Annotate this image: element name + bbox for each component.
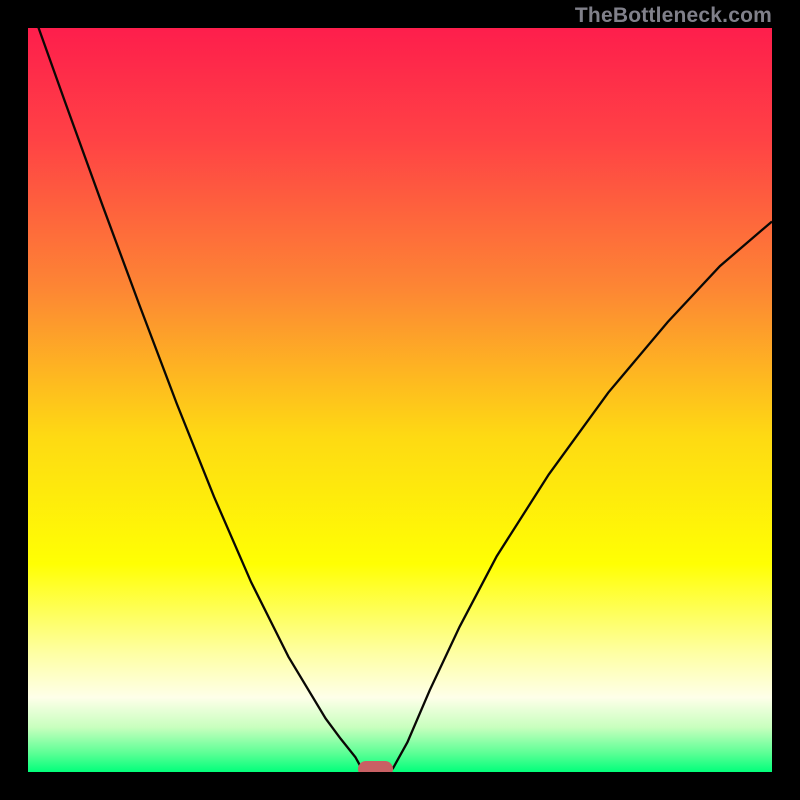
- bottleneck-curve: [28, 28, 772, 772]
- bottleneck-marker: [358, 761, 393, 772]
- watermark-label: TheBottleneck.com: [575, 4, 772, 28]
- plot-area: [28, 28, 772, 772]
- chart-frame: TheBottleneck.com: [0, 0, 800, 800]
